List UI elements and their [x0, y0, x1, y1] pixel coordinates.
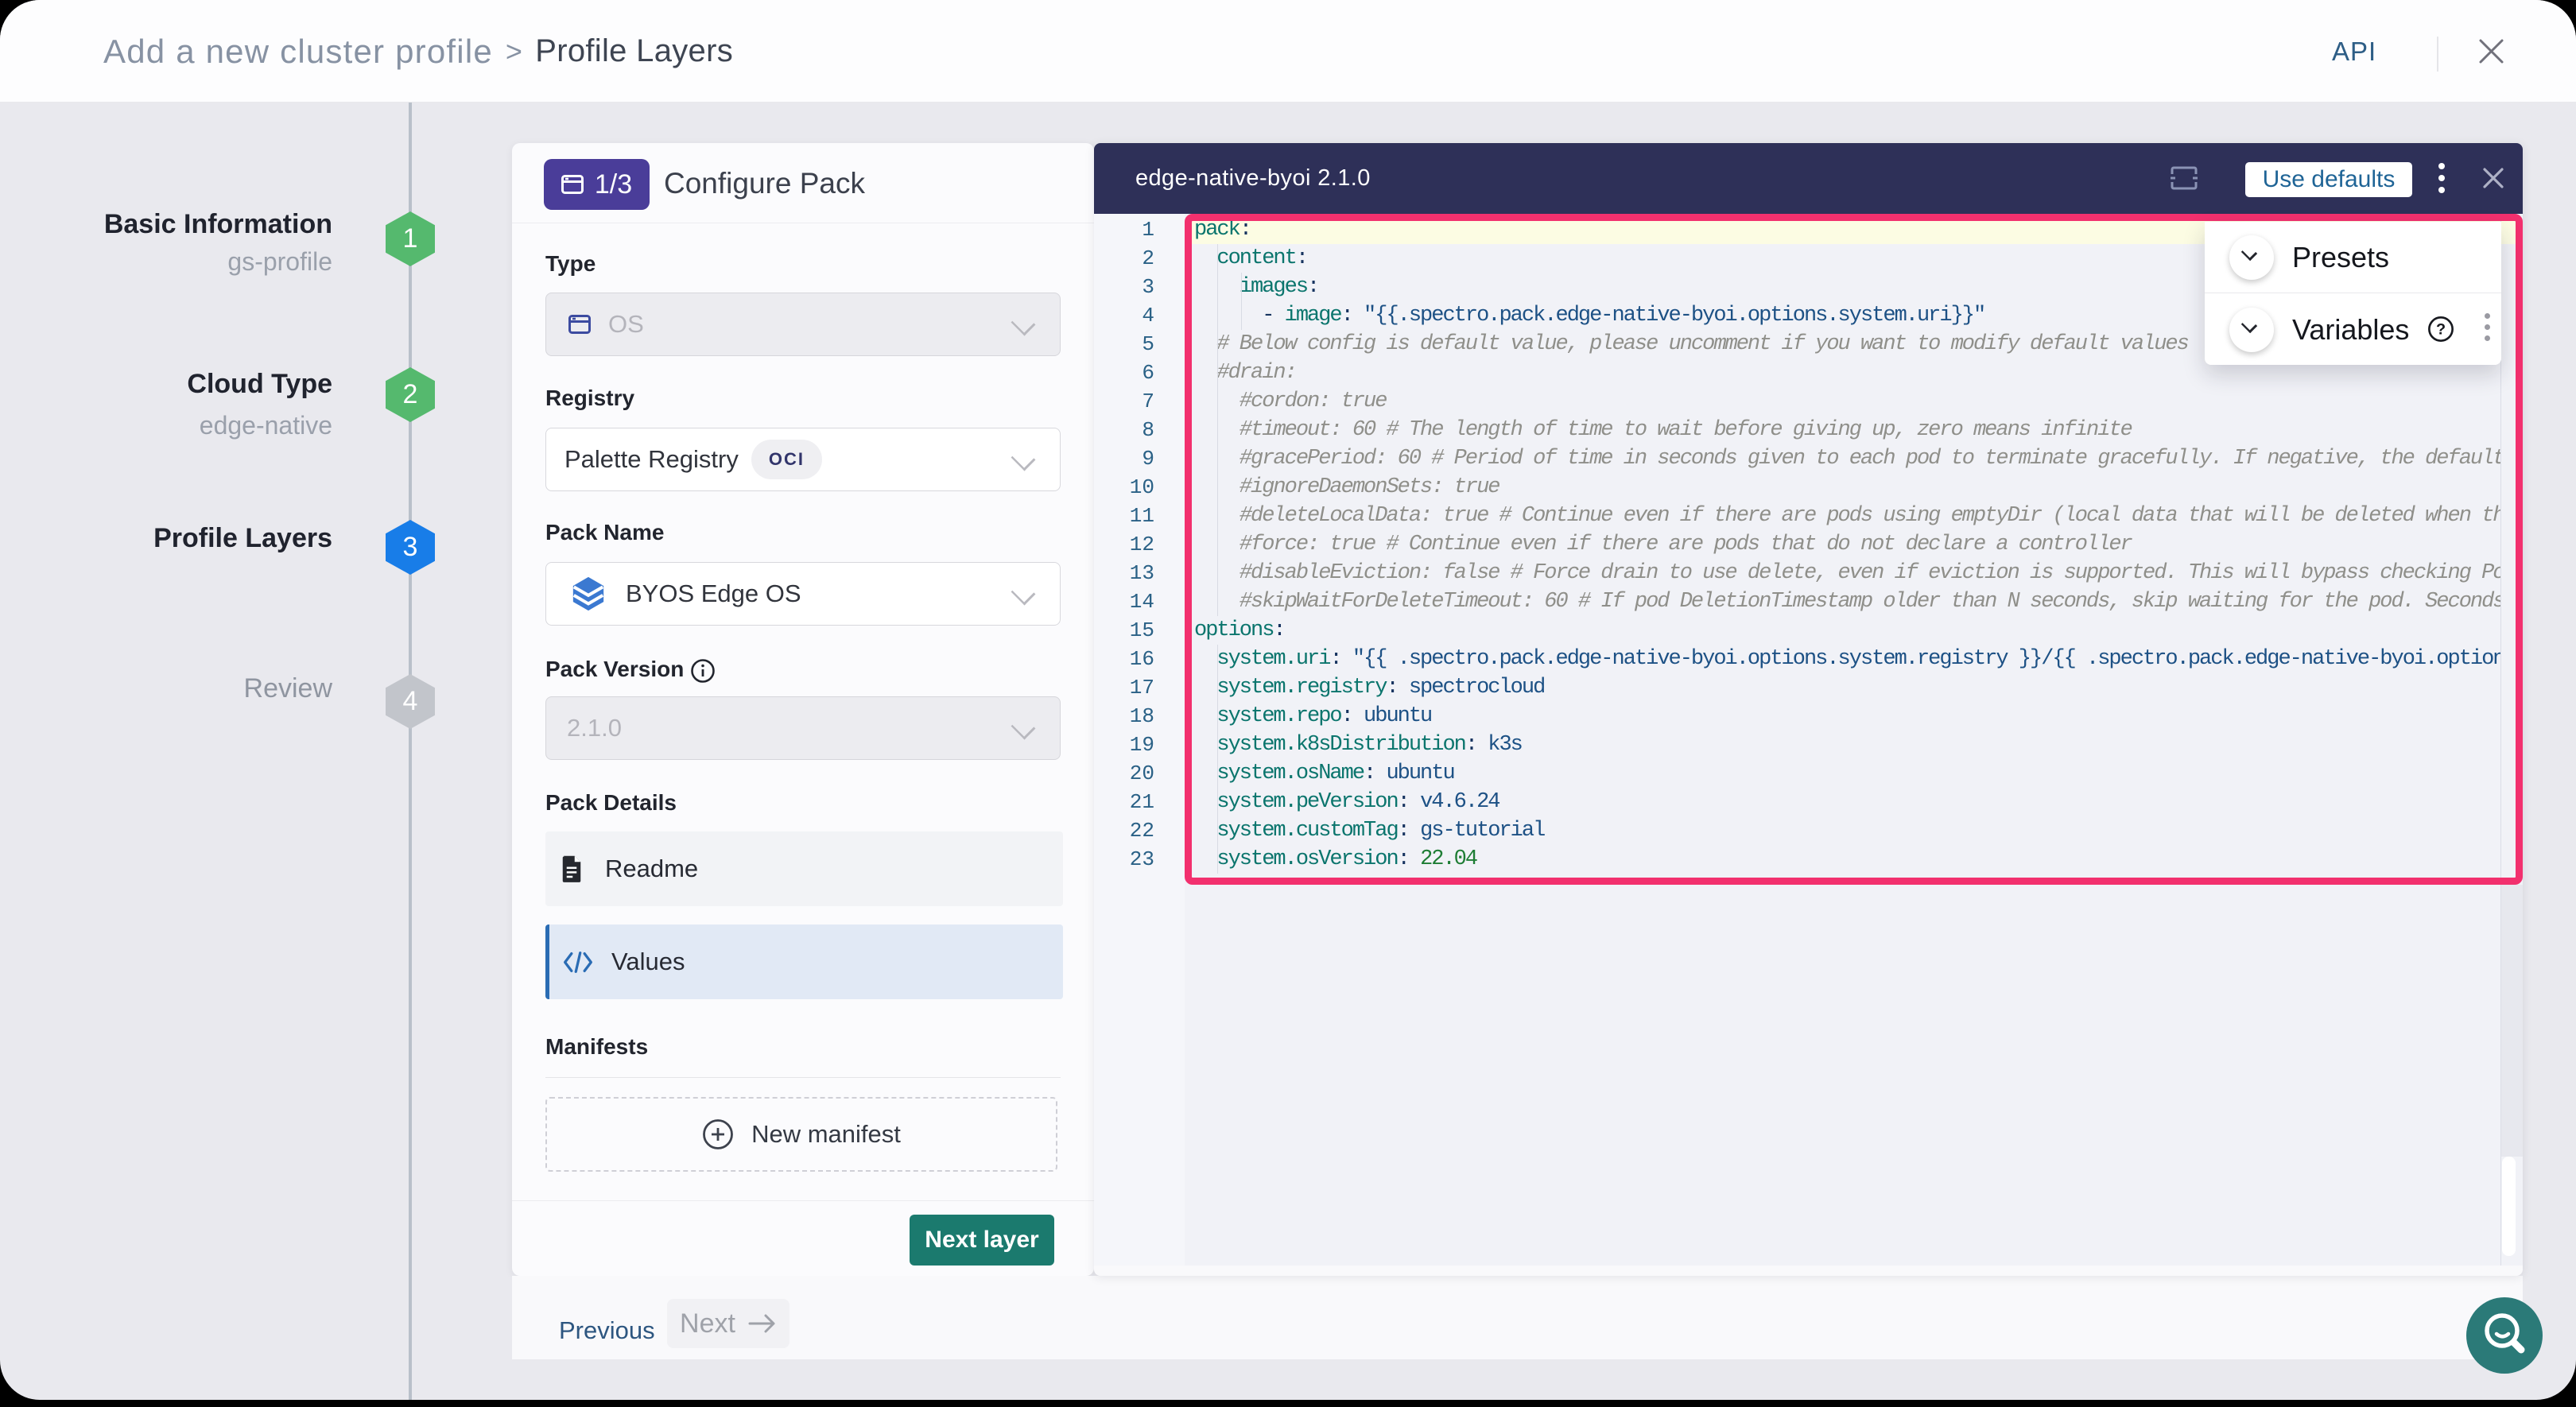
- svg-text:?: ?: [2436, 321, 2446, 339]
